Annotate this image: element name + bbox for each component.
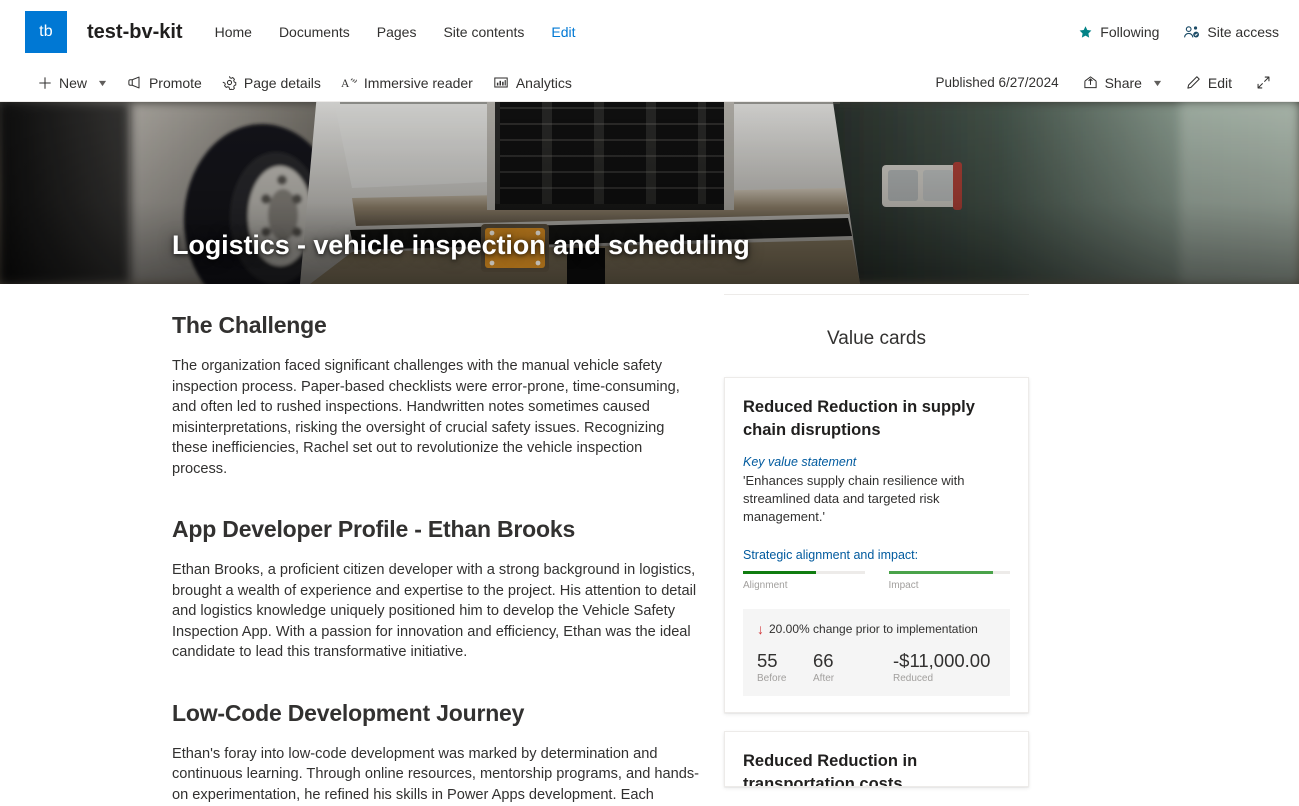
metric-after-caption: After	[813, 672, 835, 684]
star-icon	[1078, 25, 1093, 40]
alignment-impact-bars: Alignment Impact	[743, 571, 1010, 591]
following-label: Following	[1100, 24, 1160, 40]
metric-after-value: 66	[813, 649, 834, 671]
nav-item-pages[interactable]: Pages	[377, 20, 417, 44]
value-card[interactable]: Reduced Reduction in supply chain disrup…	[724, 377, 1029, 713]
section-heading: Low-Code Development Journey	[172, 699, 525, 726]
section-body: The organization faced significant chall…	[172, 358, 680, 477]
analytics-icon	[493, 75, 509, 90]
chevron-down-icon: ▼	[96, 77, 109, 88]
value-card[interactable]: Reduced Reduction in transportation cost…	[724, 730, 1029, 787]
promote-label: Promote	[148, 74, 202, 91]
key-value-statement-label: Key value statement	[743, 455, 857, 469]
nav-item-site-contents[interactable]: Site contents	[443, 20, 524, 44]
metric-after: 66 After	[813, 650, 893, 684]
alignment-bar-track	[743, 571, 865, 574]
immersive-reader-label: Immersive reader	[363, 74, 473, 91]
immersive-reader-icon: A	[341, 75, 357, 90]
page-details-label: Page details	[243, 74, 321, 91]
site-navigation: Home Documents Pages Site contents Edit	[215, 20, 576, 44]
pencil-icon	[1186, 75, 1201, 90]
arrow-down-icon: ↓	[757, 620, 764, 637]
command-bar-right: Published 6/27/2024 Share ▼ Edit	[935, 70, 1281, 96]
nav-item-documents[interactable]: Documents	[279, 20, 350, 44]
section-low-code-development-journey: Low-Code Development Journey Ethan's for…	[172, 700, 700, 806]
published-status: Published 6/27/2024	[935, 75, 1059, 90]
nav-item-home[interactable]: Home	[215, 20, 252, 44]
metric-change-row: ↓ 20.00% change prior to implementation	[757, 622, 996, 636]
section-app-developer-profile: App Developer Profile - Ethan Brooks Eth…	[172, 516, 700, 663]
command-bar: New ▼ Promote Page details A Immersive r…	[0, 64, 1299, 102]
metric-before-caption: Before	[757, 672, 787, 684]
metric-change-text: 20.00% change prior to implementation	[769, 621, 978, 636]
metric-reduced-value: -$11,000.00	[893, 649, 991, 671]
section-body: Ethan Brooks, a proficient citizen devel…	[172, 562, 697, 660]
svg-text:A: A	[341, 78, 350, 90]
promote-button[interactable]: Promote	[117, 70, 212, 96]
share-label: Share	[1104, 74, 1142, 91]
section-heading: The Challenge	[172, 312, 327, 338]
webpart-title: Value cards	[827, 328, 926, 349]
site-logo[interactable]: tb	[25, 11, 67, 53]
metric-before-value: 55	[757, 649, 778, 671]
section-the-challenge: The Challenge The organization faced sig…	[172, 312, 700, 479]
hero-banner: Logistics - vehicle inspection and sched…	[0, 102, 1299, 284]
site-header: tb test-bv-kit Home Documents Pages Site…	[0, 0, 1299, 64]
side-column: Value cards Reduced Reduction in supply …	[700, 284, 1299, 805]
metric-reduced: -$11,000.00 Reduced	[893, 650, 996, 684]
edit-button[interactable]: Edit	[1176, 70, 1242, 96]
section-body: Ethan's foray into low-code development …	[172, 745, 700, 803]
page-body: The Challenge The organization faced sig…	[0, 284, 1299, 805]
chevron-down-icon: ▼	[1151, 77, 1164, 88]
site-access-button[interactable]: Site access	[1183, 24, 1279, 40]
metric-reduced-caption: Reduced	[893, 672, 934, 684]
share-icon	[1083, 75, 1098, 90]
main-content-column: The Challenge The organization faced sig…	[0, 284, 700, 805]
new-label: New	[59, 74, 88, 91]
impact-bar-track	[888, 571, 1010, 574]
share-button[interactable]: Share ▼	[1073, 70, 1172, 96]
immersive-reader-button[interactable]: A Immersive reader	[331, 70, 483, 96]
section-heading: App Developer Profile - Ethan Brooks	[172, 516, 576, 542]
new-button[interactable]: New ▼	[28, 70, 117, 96]
alignment-bar-group: Alignment	[743, 571, 865, 591]
site-access-label: Site access	[1207, 24, 1279, 40]
metric-before: 55 Before	[757, 650, 813, 684]
value-cards-webpart: Value cards Reduced Reduction in supply …	[724, 284, 1029, 805]
edit-label: Edit	[1207, 74, 1232, 91]
header-actions: Following Site access	[1078, 24, 1279, 40]
metric-box: ↓ 20.00% change prior to implementation …	[743, 608, 1010, 696]
impact-bar-caption: Impact	[888, 579, 919, 591]
alignment-bar-caption: Alignment	[743, 579, 788, 591]
site-logo-text: tb	[39, 23, 53, 40]
megaphone-icon	[127, 75, 142, 90]
expand-icon	[1256, 75, 1271, 90]
key-value-statement-text: 'Enhances supply chain resilience with s…	[743, 473, 965, 524]
page-details-button[interactable]: Page details	[212, 70, 331, 96]
strategic-alignment-label: Strategic alignment and impact:	[743, 548, 919, 562]
gear-icon	[222, 75, 237, 90]
value-card-title: Reduced Reduction in supply chain disrup…	[743, 398, 975, 439]
metric-values-row: 55 Before 66 After -$11,000.00 Reduced	[757, 650, 996, 684]
site-title[interactable]: test-bv-kit	[87, 21, 183, 44]
impact-bar-fill	[888, 571, 993, 574]
hero-title: Logistics - vehicle inspection and sched…	[172, 230, 750, 260]
alignment-bar-fill	[743, 571, 816, 574]
nav-item-edit[interactable]: Edit	[551, 20, 575, 44]
plus-icon	[38, 76, 52, 90]
following-button[interactable]: Following	[1078, 24, 1159, 40]
analytics-label: Analytics	[515, 74, 572, 91]
value-card-title: Reduced Reduction in transportation cost…	[743, 751, 918, 787]
people-icon	[1183, 25, 1200, 40]
fullscreen-button[interactable]	[1246, 70, 1281, 95]
analytics-button[interactable]: Analytics	[483, 70, 582, 96]
impact-bar-group: Impact	[888, 571, 1010, 591]
